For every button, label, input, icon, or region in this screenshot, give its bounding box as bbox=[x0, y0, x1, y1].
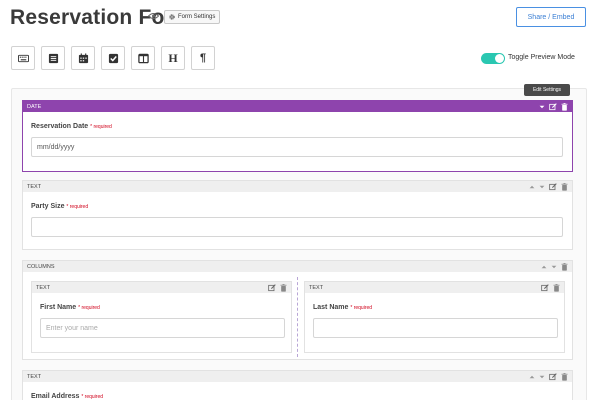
party-size-input[interactable] bbox=[31, 217, 563, 237]
first-name-input[interactable]: Enter your name bbox=[40, 318, 285, 338]
columns-container-card[interactable]: COLUMNS TEXT First Name * required Enter bbox=[22, 260, 573, 360]
field-type-label: TEXT bbox=[36, 284, 51, 291]
trash-icon[interactable] bbox=[561, 372, 568, 381]
add-select-field-button[interactable] bbox=[41, 46, 65, 70]
keyboard-icon bbox=[17, 54, 29, 62]
required-marker: * required bbox=[78, 305, 100, 311]
field-label: Reservation Date * required bbox=[31, 123, 112, 130]
toggle-knob bbox=[495, 54, 504, 63]
field-label-text: First Name bbox=[40, 304, 77, 311]
required-marker: * required bbox=[66, 204, 89, 210]
field-toolbar: H ¶ bbox=[11, 46, 215, 70]
paragraph-icon: ¶ bbox=[199, 52, 207, 64]
chevron-up-icon[interactable] bbox=[529, 184, 535, 190]
field-label: Party Size * required bbox=[31, 203, 88, 210]
first-name-field-card[interactable]: TEXT First Name * required Enter your na… bbox=[31, 281, 292, 353]
columns-icon bbox=[137, 53, 149, 63]
chevron-up-icon[interactable] bbox=[541, 264, 547, 270]
required-marker: * required bbox=[81, 394, 104, 400]
field-header: TEXT bbox=[23, 371, 572, 382]
add-heading-button[interactable]: H bbox=[161, 46, 185, 70]
field-type-label: TEXT bbox=[27, 373, 42, 380]
trash-icon[interactable] bbox=[561, 182, 568, 191]
last-name-field-card[interactable]: TEXT Last Name * required bbox=[304, 281, 565, 353]
trash-icon[interactable] bbox=[561, 102, 568, 111]
add-checkbox-field-button[interactable] bbox=[101, 46, 125, 70]
edit-icon[interactable] bbox=[549, 182, 557, 191]
toggle-preview-label: Toggle Preview Mode bbox=[508, 54, 575, 61]
chevron-down-icon[interactable] bbox=[539, 184, 545, 190]
edit-icon[interactable] bbox=[549, 102, 557, 111]
date-input[interactable]: mm/dd/yyyy bbox=[31, 137, 563, 157]
email-field-card[interactable]: TEXT Email Address * required bbox=[22, 370, 573, 400]
trash-icon[interactable] bbox=[553, 283, 560, 292]
field-type-label: COLUMNS bbox=[27, 263, 55, 270]
field-label-text: Last Name bbox=[313, 304, 349, 311]
add-paragraph-button[interactable]: ¶ bbox=[191, 46, 215, 70]
field-header: TEXT bbox=[23, 181, 572, 192]
add-date-field-button[interactable] bbox=[71, 46, 95, 70]
required-marker: * required bbox=[350, 305, 373, 311]
list-icon bbox=[48, 53, 58, 63]
gear-icon bbox=[169, 14, 175, 20]
party-size-field-card[interactable]: TEXT Party Size * required bbox=[22, 180, 573, 250]
field-label-text: Email Address bbox=[31, 393, 80, 400]
add-columns-button[interactable] bbox=[131, 46, 155, 70]
field-type-label: TEXT bbox=[309, 284, 324, 291]
field-header: TEXT bbox=[32, 282, 291, 293]
field-type-label: DATE bbox=[27, 103, 42, 110]
date-field-card[interactable]: DATE Reservation Date * required mm/dd/y… bbox=[22, 100, 573, 172]
chevron-up-icon[interactable] bbox=[529, 374, 535, 380]
chevron-down-icon[interactable] bbox=[539, 104, 545, 110]
form-settings-button[interactable]: Form Settings bbox=[164, 10, 221, 24]
field-label-text: Reservation Date bbox=[31, 123, 89, 130]
field-label-text: Party Size bbox=[31, 203, 65, 210]
chevron-down-icon[interactable] bbox=[539, 374, 545, 380]
chevron-down-icon[interactable] bbox=[551, 264, 557, 270]
required-marker: * required bbox=[90, 124, 112, 130]
trash-icon[interactable] bbox=[561, 262, 568, 271]
edit-settings-tooltip: Edit Settings bbox=[524, 84, 570, 96]
field-header: DATE bbox=[23, 101, 572, 112]
column-divider bbox=[297, 277, 298, 357]
trash-icon[interactable] bbox=[280, 283, 287, 292]
field-type-label: TEXT bbox=[27, 183, 42, 190]
field-label: Last Name * required bbox=[313, 304, 372, 311]
edit-icon[interactable] bbox=[549, 372, 557, 381]
add-text-field-button[interactable] bbox=[11, 46, 35, 70]
calendar-icon bbox=[78, 52, 88, 63]
field-header: TEXT bbox=[305, 282, 564, 293]
last-name-input[interactable] bbox=[313, 318, 558, 338]
form-settings-label: Form Settings bbox=[178, 14, 216, 20]
share-embed-button[interactable]: Share / Embed bbox=[516, 7, 586, 27]
preview-mode-toggle[interactable] bbox=[481, 53, 505, 64]
heading-icon: H bbox=[168, 50, 178, 65]
field-label: Email Address * required bbox=[31, 393, 103, 400]
edit-icon[interactable] bbox=[541, 283, 549, 292]
field-header: COLUMNS bbox=[23, 261, 572, 272]
edit-icon[interactable] bbox=[268, 283, 276, 292]
eye-icon[interactable] bbox=[148, 12, 159, 20]
checkbox-icon bbox=[108, 53, 118, 63]
field-label: First Name * required bbox=[40, 304, 100, 311]
